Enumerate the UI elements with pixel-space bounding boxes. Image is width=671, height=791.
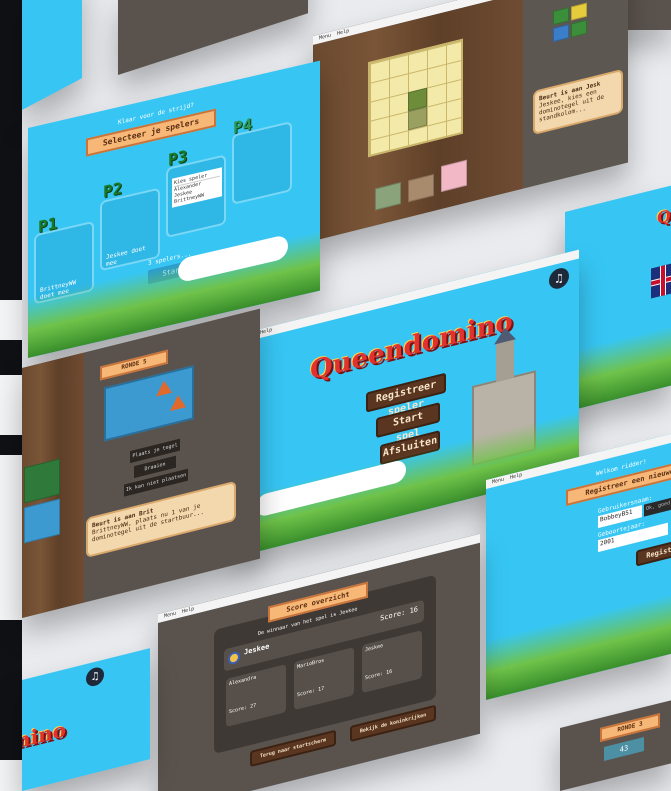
turn-dialog: Beurt is aan Jesk Jeskee, kies een domin… (533, 68, 623, 136)
logo-fragment: Q (657, 205, 671, 229)
register-submit-button[interactable]: Registr (636, 538, 671, 567)
screen-sliver-top-center (118, 0, 308, 75)
game-logo: Queendomino (310, 306, 513, 387)
deck-tile (571, 2, 587, 21)
language-screen: Q (565, 185, 671, 412)
game-logo: nino (22, 717, 67, 754)
player-dropdown[interactable]: Kies speler Alexander Jeskee BrittneyWW (172, 167, 222, 208)
medal-icon (228, 650, 240, 666)
menu-screen-sliver: ♫ nino (22, 648, 150, 791)
round-label: RONDE 3 (600, 713, 660, 743)
grass-hills (486, 593, 671, 700)
deck-tile (553, 24, 569, 43)
turn-dialog: Beurt is aan Brit BrittneyWW, plaats nu … (86, 480, 236, 559)
uk-flag[interactable] (651, 262, 671, 299)
music-note-icon[interactable]: ♫ (549, 265, 569, 291)
music-note-icon[interactable]: ♫ (86, 665, 104, 689)
round-screen-sliver: RONDE 3 43 (560, 700, 671, 791)
placed-tile (408, 106, 427, 131)
mockup-collage: Menu Help Beurt is aan Jesk Jeskee, kies … (0, 0, 671, 791)
player-slot-p3[interactable]: Kies speler Alexander Jeskee BrittneyWW (166, 154, 226, 239)
screen-sliver-top-left (22, 0, 82, 110)
player-select-screen: Klaar voor de strijd? Selecteer je spele… (28, 60, 320, 358)
deck-tile (553, 7, 569, 26)
counter-badge: 43 (604, 737, 644, 762)
score-screen: Menu Help Score overzicht De winnaar van … (158, 533, 480, 791)
domino-in-play[interactable] (104, 365, 194, 442)
winner-name: Jeskee (244, 642, 270, 657)
register-screen: Menu Help Welkom ridder! Registreer een n… (486, 433, 671, 700)
grass-hills (565, 325, 671, 412)
deck-tile (571, 19, 587, 38)
player-slot-p4[interactable] (232, 121, 292, 205)
board-screen-top: Menu Help Beurt is aan Jesk Jeskee, kies … (313, 0, 628, 242)
round-screen: RONDE 5 Plaats je tegel Draaien Ik kan n… (22, 308, 260, 618)
